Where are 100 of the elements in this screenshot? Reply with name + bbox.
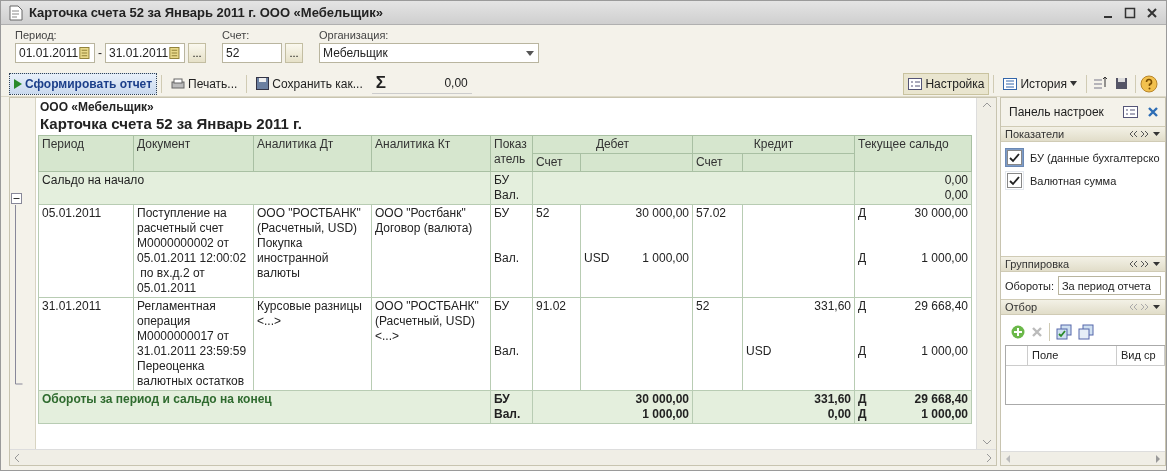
- date-field[interactable]: 31.01.2011: [105, 43, 185, 63]
- column-header: Период: [38, 135, 134, 172]
- currency-code: USD: [746, 344, 772, 359]
- save-as-button[interactable]: Сохранить как...: [251, 72, 368, 95]
- date-text: 31.01.2011: [42, 299, 102, 313]
- close-icon[interactable]: [1146, 6, 1158, 19]
- history-button[interactable]: История: [998, 72, 1082, 95]
- column-header: Вид ср: [1117, 346, 1165, 365]
- balance-amount: 0,00: [944, 173, 968, 187]
- horizontal-scrollbar[interactable]: [10, 449, 996, 465]
- uncheck-all-icon[interactable]: [1078, 324, 1094, 340]
- account-number: 52: [536, 206, 550, 220]
- generate-report-button[interactable]: Сформировать отчет: [9, 72, 157, 95]
- dropdown-icon[interactable]: [525, 49, 535, 57]
- account-number: 91.02: [536, 299, 567, 313]
- balance-amount: 29 668,40: [914, 392, 968, 407]
- account-field[interactable]: 52: [222, 43, 282, 63]
- scroll-right-icon[interactable]: [1155, 453, 1161, 464]
- field-label: Обороты:: [1005, 279, 1054, 292]
- date-text: 05.01.2011: [42, 206, 102, 220]
- settings-button[interactable]: Настройка: [903, 72, 990, 95]
- section-title: Отбор: [1005, 301, 1039, 313]
- checkbox-label: Валютная сумма: [1030, 174, 1117, 187]
- balance-side: Д: [858, 251, 867, 266]
- column-header: Дебет: [532, 135, 693, 154]
- scroll-up-icon[interactable]: [981, 102, 992, 108]
- field-label: Счет:: [222, 29, 251, 41]
- scroll-right-icon[interactable]: [986, 452, 992, 463]
- add-icon[interactable]: [1011, 325, 1025, 339]
- company-name: ООО «Мебельщик»: [39, 100, 155, 114]
- credit-amount: 331,60: [814, 299, 851, 314]
- turnover-field[interactable]: За период отчета: [1057, 276, 1161, 295]
- debit-amount: 1 000,00: [642, 407, 689, 421]
- balance-amount: 29 668,40: [914, 299, 968, 314]
- caret-icon: [1070, 81, 1077, 86]
- document-text: Поступление на расчетный счет М0000000002 от 05.01.2011 12:00:02 по вх.д.2 от 05.01.2011: [137, 206, 247, 295]
- indicator-label: БУ: [494, 392, 510, 406]
- balance-amount: 30 000,00: [914, 206, 968, 221]
- close-icon[interactable]: [1147, 106, 1159, 118]
- date-field[interactable]: 01.01.2011: [15, 43, 95, 63]
- section-nav-icon[interactable]: [1129, 130, 1161, 138]
- column-header: Текущее сальдо: [854, 135, 972, 172]
- indicator-label: Вал.: [494, 407, 521, 421]
- report-title: Карточка счета 52 за Январь 2011 г.: [39, 114, 303, 134]
- balance-amount: 1 000,00: [921, 251, 968, 266]
- select-button[interactable]: ...: [285, 43, 303, 63]
- calendar-icon[interactable]: [78, 46, 91, 60]
- column-header: Показ атель: [490, 135, 533, 172]
- scroll-down-icon[interactable]: [981, 439, 992, 445]
- column-header: Документ: [133, 135, 254, 172]
- printer-icon: [171, 77, 185, 90]
- checkbox-label: БУ (данные бухгалтерско: [1030, 151, 1160, 164]
- vertical-scrollbar[interactable]: [976, 98, 996, 449]
- column-header: Поле: [1028, 346, 1117, 365]
- select-button[interactable]: ...: [188, 43, 206, 63]
- scroll-left-icon[interactable]: [14, 452, 20, 463]
- list-icon: [1003, 77, 1018, 90]
- row-label: Обороты за период и сальдо на конец: [42, 392, 272, 406]
- balance-amount: 1 000,00: [921, 344, 968, 359]
- column-header: Аналитика Кт: [371, 135, 491, 172]
- indicator-label: Вал.: [494, 251, 519, 266]
- section-nav-icon[interactable]: [1129, 260, 1161, 268]
- credit-amount: 0,00: [827, 407, 851, 421]
- balance-amount: 0,00: [944, 188, 968, 202]
- sum-value: 0,00: [443, 76, 468, 90]
- indicator-label: БУ: [494, 206, 510, 220]
- balance-side: Д: [858, 392, 867, 407]
- currency-code: USD: [584, 251, 610, 266]
- indicator-label: Вал.: [494, 188, 519, 202]
- column-header: Кредит: [692, 135, 855, 154]
- floppy-icon: [256, 77, 270, 90]
- account-number: 57.02: [696, 206, 727, 220]
- analytics-text: ООО "РОСТБАНК" (Расчетный, USD) Покупка иностранной валюты: [257, 206, 361, 280]
- play-icon: [14, 78, 22, 89]
- maximize-icon[interactable]: [1124, 6, 1136, 19]
- collapse-icon[interactable]: [11, 193, 23, 205]
- section-title: Группировка: [1005, 258, 1071, 270]
- sum-sign: Σ: [375, 73, 386, 93]
- field-label: Организация:: [319, 29, 390, 41]
- help-icon[interactable]: [1140, 74, 1158, 93]
- balance-side: Д: [858, 299, 867, 314]
- window-title: Карточка счета 52 за Январь 2011 г. ООО «Мебельщик»: [29, 5, 384, 20]
- panel-title: Панель настроек: [1009, 105, 1105, 119]
- dash: -: [98, 46, 102, 60]
- organization-field[interactable]: Мебельщик: [319, 43, 539, 63]
- indicator-label: БУ: [494, 173, 510, 187]
- section-nav-icon[interactable]: [1129, 303, 1161, 311]
- column-header: Аналитика Дт: [253, 135, 372, 172]
- indicator-label: Вал.: [494, 344, 519, 359]
- credit-amount: 331,60: [814, 392, 851, 406]
- analytics-text: ООО "Ростбанк" Договор (валюта): [375, 206, 473, 235]
- balance-side: Д: [858, 344, 867, 359]
- calendar-icon[interactable]: [168, 46, 181, 60]
- check-all-icon[interactable]: [1056, 324, 1072, 340]
- debit-amount: 30 000,00: [635, 206, 689, 221]
- panel-settings-icon[interactable]: [1123, 105, 1139, 119]
- print-button[interactable]: Печать...: [166, 72, 243, 95]
- balance-amount: 1 000,00: [921, 407, 968, 422]
- horizontal-scrollbar[interactable]: [1001, 451, 1165, 465]
- debit-amount: 30 000,00: [635, 392, 689, 406]
